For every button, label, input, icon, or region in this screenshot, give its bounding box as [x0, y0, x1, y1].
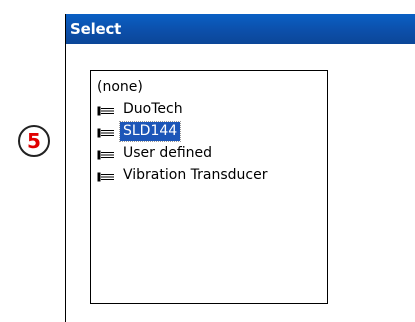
probe-icon: [97, 126, 115, 138]
step-number: 5: [27, 129, 41, 153]
dialog-title: Select: [70, 20, 122, 38]
list-item-label: Vibration Transducer: [123, 166, 268, 183]
list-item-sld144[interactable]: SLD144: [91, 120, 327, 142]
probe-icon: [97, 170, 115, 182]
list-item-label: DuoTech: [123, 100, 183, 117]
dialog-titlebar: Select: [66, 14, 415, 44]
list-item-label: (none): [97, 78, 143, 95]
list-item-label: User defined: [123, 144, 213, 161]
transducer-listbox[interactable]: (none) DuoTech SLD144 User defined Vibra…: [90, 70, 328, 304]
list-item-label: SLD144: [118, 120, 182, 142]
list-item-user-defined[interactable]: User defined: [91, 142, 327, 164]
select-dialog: Select (none) DuoTech SLD144 User define…: [65, 14, 415, 322]
screenshot-root: 5 Select (none) DuoTech SLD144 User defi…: [0, 0, 415, 322]
probe-icon: [97, 104, 115, 116]
list-item-vibration-transducer[interactable]: Vibration Transducer: [91, 164, 327, 186]
step-number-badge: 5: [18, 125, 50, 157]
list-item-duotech[interactable]: DuoTech: [91, 98, 327, 120]
probe-icon: [97, 148, 115, 160]
list-item-none[interactable]: (none): [91, 76, 327, 98]
